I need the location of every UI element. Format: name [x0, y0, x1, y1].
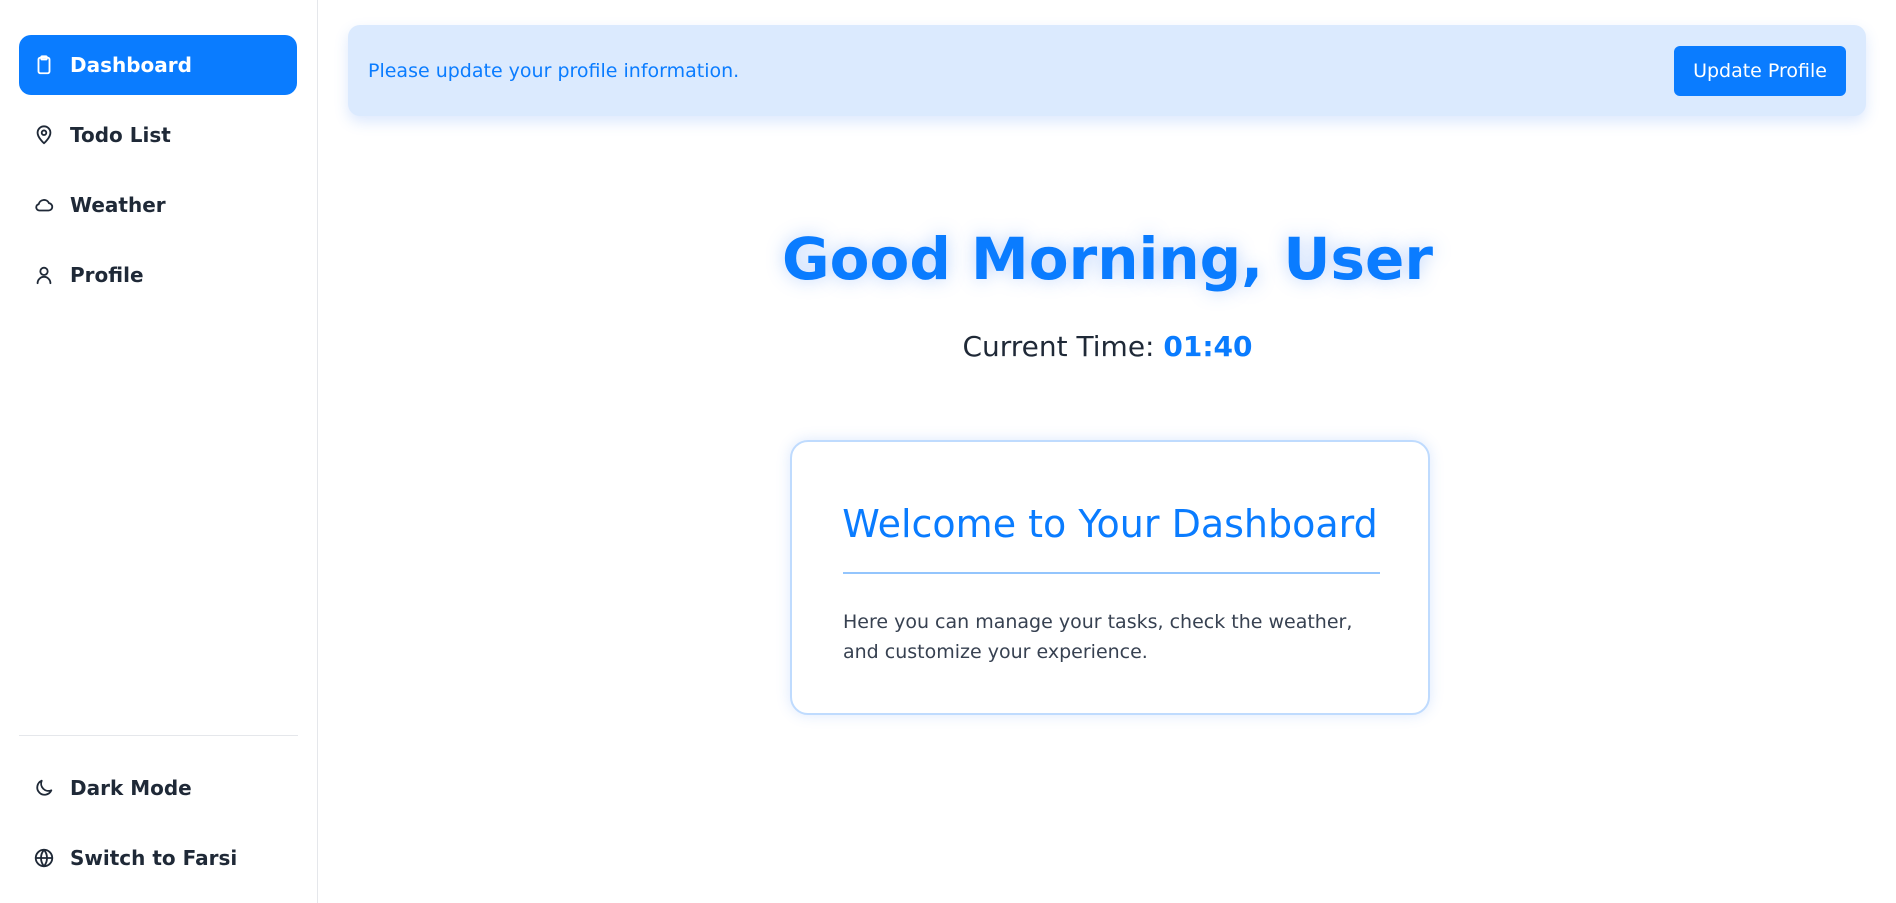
globe-icon [33, 847, 55, 869]
sidebar-item-label: Todo List [70, 123, 171, 147]
banner-message: Please update your profile information. [368, 59, 740, 82]
map-pin-icon [33, 124, 55, 146]
sidebar-item-label: Switch to Farsi [70, 846, 238, 870]
main-content: Please update your profile information. … [319, 0, 1896, 903]
user-icon [33, 264, 55, 286]
update-profile-button[interactable]: Update Profile [1674, 45, 1846, 96]
clipboard-icon [33, 54, 55, 76]
sidebar-item-weather[interactable]: Weather [19, 175, 297, 235]
moon-icon [33, 777, 55, 799]
time-label: Current Time: [962, 330, 1155, 363]
sidebar-divider [19, 735, 298, 736]
card-title: Welcome to Your Dashboard [842, 502, 1378, 546]
sidebar: Dashboard Todo List Weather Profile Dark… [0, 0, 318, 903]
switch-language-button[interactable]: Switch to Farsi [19, 828, 297, 888]
sidebar-item-todo-list[interactable]: Todo List [19, 105, 297, 165]
sidebar-item-label: Profile [70, 263, 144, 287]
card-divider [843, 572, 1380, 574]
sidebar-item-label: Weather [70, 193, 166, 217]
sidebar-item-profile[interactable]: Profile [19, 245, 297, 305]
sidebar-item-label: Dark Mode [70, 776, 192, 800]
current-time: Current Time: 01:40 [319, 330, 1896, 363]
greeting-title: Good Morning, User [782, 225, 1433, 293]
cloud-icon [33, 194, 55, 216]
sidebar-item-label: Dashboard [70, 53, 192, 77]
time-value: 01:40 [1163, 330, 1253, 363]
dark-mode-button[interactable]: Dark Mode [19, 758, 297, 818]
card-description: Here you can manage your tasks, check th… [843, 611, 1353, 663]
sidebar-item-dashboard[interactable]: Dashboard [19, 35, 297, 95]
profile-alert-banner: Please update your profile information. … [348, 25, 1866, 116]
welcome-card: Welcome to Your Dashboard Here you can m… [790, 440, 1430, 715]
